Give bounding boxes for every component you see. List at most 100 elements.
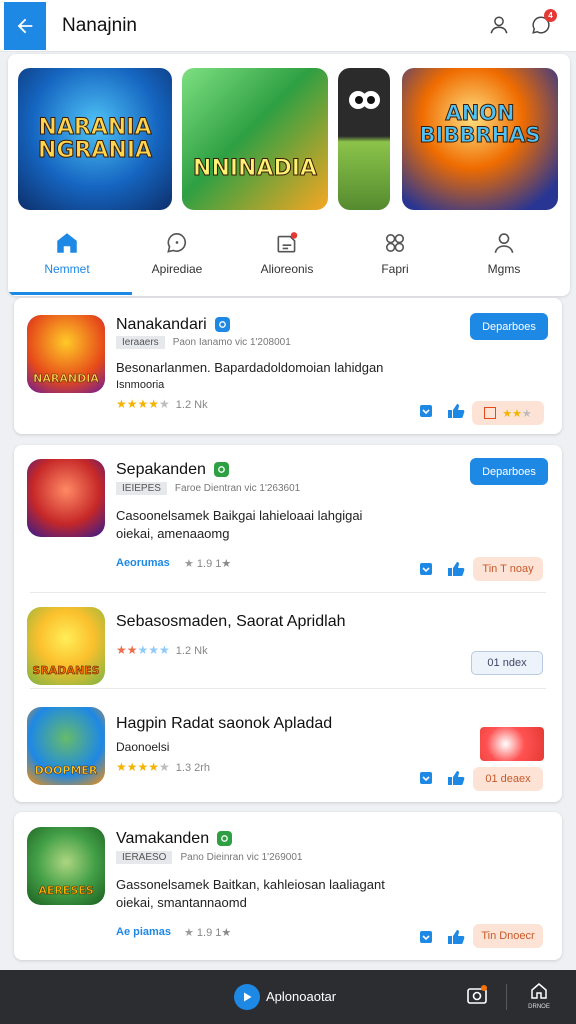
open-button[interactable]: Tin Dnoecr bbox=[473, 924, 543, 948]
play-button[interactable] bbox=[234, 984, 260, 1010]
verified-icon bbox=[217, 831, 233, 847]
app-icon-label: AERESES bbox=[38, 884, 94, 898]
tab-fapri[interactable]: Fapri bbox=[339, 230, 451, 284]
arrow-left-icon bbox=[17, 18, 33, 34]
preview-thumbnail[interactable] bbox=[480, 727, 544, 761]
app-icon: DOOPMER bbox=[27, 707, 105, 785]
tab-alioreonis[interactable]: Alioreonis bbox=[231, 230, 343, 284]
app-description: Besonarlanmen. Bapardadoldomoian lahidga… bbox=[116, 360, 384, 375]
banner-title: NNINADIA bbox=[193, 156, 318, 182]
verified-icon bbox=[213, 462, 229, 478]
home-label[interactable]: DRNOE bbox=[522, 1004, 556, 1010]
app-header: Nanajnin 4 bbox=[0, 0, 576, 52]
banner-title: ANON BIBBRHAS bbox=[419, 100, 541, 147]
app-category-link[interactable]: Aeorumas bbox=[116, 557, 170, 569]
details-button[interactable]: 01 deaex bbox=[473, 767, 543, 791]
app-title: Sepakanden bbox=[116, 461, 206, 478]
app-icon-label: NARANDIA bbox=[33, 372, 99, 386]
app-meta-text: Pano Dieinran vic 1'269001 bbox=[180, 852, 303, 863]
tab-home[interactable]: Nemmet bbox=[11, 230, 123, 284]
star-icon: ★★★★ bbox=[116, 760, 160, 774]
rating-count: 1.2 Nk bbox=[175, 399, 208, 411]
rating: ★★★★★ 1.2 Nk bbox=[116, 643, 208, 657]
app-card[interactable]: AERESES Vamakanden IERAESO Pano Dieinran… bbox=[14, 812, 562, 960]
featured-banner-3[interactable] bbox=[338, 68, 390, 210]
install-button[interactable]: Deparboes bbox=[470, 458, 548, 485]
star-empty-icon: ★ bbox=[159, 760, 170, 774]
featured-banner-4[interactable]: ANON BIBBRHAS bbox=[402, 68, 558, 210]
tab-label: Fapri bbox=[381, 262, 409, 276]
app-icon-label: DOOPMER bbox=[34, 764, 98, 778]
home-icon bbox=[57, 233, 77, 253]
app-meta-text: Faroe Dientran vic 1'263601 bbox=[174, 483, 301, 494]
notifications-button[interactable]: 4 bbox=[528, 9, 557, 38]
like-icon[interactable] bbox=[447, 770, 465, 786]
star-icon: ★★ bbox=[502, 407, 522, 420]
rating: ★ 1.9 1★ bbox=[184, 557, 231, 570]
rate-badge[interactable]: ★★ ★ bbox=[472, 401, 544, 425]
banner-title: NARANIA NGRANIA bbox=[37, 114, 153, 163]
like-icon[interactable] bbox=[447, 929, 465, 945]
camera-icon[interactable] bbox=[466, 984, 488, 1006]
app-icon bbox=[27, 459, 105, 537]
app-description-2: oiekai, smantannaomd bbox=[116, 895, 247, 910]
back-button[interactable] bbox=[4, 2, 46, 50]
app-title: Hagpin Radat saonok Apladad bbox=[116, 715, 333, 732]
app-row[interactable]: DOOPMER Hagpin Radat saonok Apladad Daon… bbox=[14, 689, 562, 802]
user-icon bbox=[490, 16, 508, 34]
star-icon: ★ bbox=[184, 558, 197, 570]
star-empty-icon: ★ bbox=[159, 397, 170, 411]
app-row[interactable]: SRADANES Sebasosmaden, Saorat Apridlah ★… bbox=[14, 593, 562, 688]
app-title: Vamakanden bbox=[116, 830, 210, 847]
download-icon[interactable] bbox=[419, 771, 433, 785]
active-tab-indicator bbox=[8, 292, 132, 295]
tab-label: Alioreonis bbox=[260, 262, 314, 276]
rating: ★★★★★ 1.3 2rh bbox=[116, 760, 210, 774]
app-description: Gassonelsamek Baitkan, kahleiosan laalia… bbox=[116, 877, 385, 892]
update-button[interactable]: Tin T noay bbox=[473, 557, 543, 581]
app-row[interactable]: Sepakanden IEIEPES Faroe Dientran vic 1'… bbox=[14, 445, 562, 592]
bottom-bar: Aplonoaotar DRNOE bbox=[0, 970, 576, 1024]
app-tag: IEIEPES bbox=[116, 482, 167, 495]
app-tag: Ieraaers bbox=[116, 336, 165, 349]
rating: ★ 1.9 1★ bbox=[184, 926, 231, 939]
verified-icon bbox=[214, 317, 230, 333]
app-description: Daonoelsi bbox=[116, 740, 170, 754]
like-icon[interactable] bbox=[447, 403, 465, 419]
featured-banner-1[interactable]: NARANIA NGRANIA bbox=[18, 68, 172, 210]
tab-label: Nemmet bbox=[44, 262, 90, 276]
index-button[interactable]: 01 ndex bbox=[471, 651, 543, 675]
app-description: Casoonelsamek Baikgai lahieloaai lahgiga… bbox=[116, 508, 363, 523]
home-outline-icon[interactable] bbox=[530, 982, 548, 1000]
rating-count: 1.2 Nk bbox=[175, 645, 208, 657]
featured-banner-2[interactable]: NNINADIA bbox=[182, 68, 328, 210]
app-category-link[interactable]: Ae piamas bbox=[116, 926, 171, 938]
bookmark-icon bbox=[484, 407, 497, 419]
download-icon[interactable] bbox=[419, 930, 433, 944]
star-icon: ★★ bbox=[116, 643, 138, 657]
tab-label: Apirediae bbox=[151, 262, 203, 276]
rating-count: 1.9 1★ bbox=[196, 927, 232, 939]
page-title: Nanajnin bbox=[62, 15, 137, 36]
app-name: Sepakanden bbox=[116, 461, 229, 479]
download-icon[interactable] bbox=[419, 562, 433, 576]
app-meta: IERAESO Pano Dieinran vic 1'269001 bbox=[116, 851, 302, 864]
app-icon-label: SRADANES bbox=[32, 664, 100, 678]
rating-count: 1.9 1★ bbox=[196, 558, 232, 570]
app-icon: NARANDIA bbox=[27, 315, 105, 393]
app-title: Sebasosmaden, Saorat Apridlah bbox=[116, 613, 346, 630]
download-icon[interactable] bbox=[419, 404, 433, 418]
app-icon: SRADANES bbox=[27, 607, 105, 685]
app-name: Vamakanden bbox=[116, 830, 233, 848]
tab-mgms[interactable]: Mgms bbox=[448, 230, 560, 284]
chat-icon bbox=[167, 232, 187, 253]
like-icon[interactable] bbox=[447, 561, 465, 577]
bottom-bar-label[interactable]: Aplonoaotar bbox=[266, 989, 336, 1004]
profile-button[interactable] bbox=[486, 12, 512, 38]
app-card[interactable]: NARANDIA Nanakandari Ieraaers Paon Ianam… bbox=[14, 298, 562, 434]
star-icon: ★★★★ bbox=[116, 397, 160, 411]
install-button[interactable]: Deparboes bbox=[470, 313, 548, 340]
app-meta: IEIEPES Faroe Dientran vic 1'263601 bbox=[116, 482, 300, 495]
notification-icon bbox=[277, 232, 298, 253]
tab-apirediae[interactable]: Apirediae bbox=[121, 230, 233, 284]
